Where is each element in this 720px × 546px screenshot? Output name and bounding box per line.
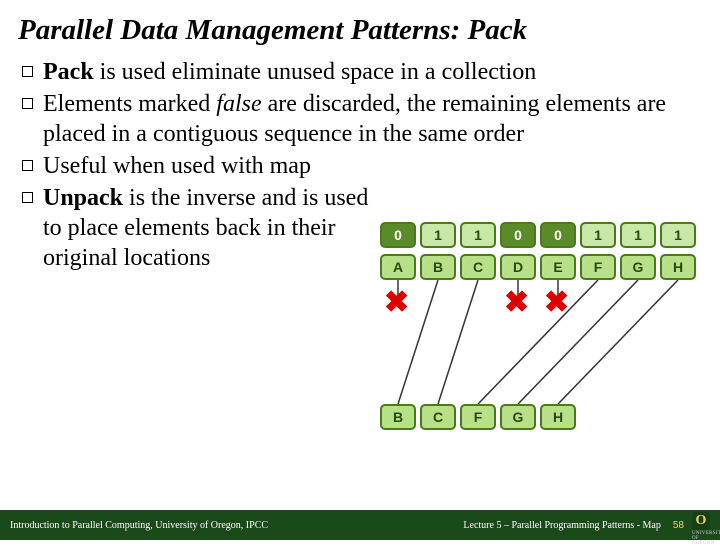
output-row: B C F G H	[380, 404, 576, 430]
bullet-icon	[22, 192, 33, 203]
pack-diagram: 0 1 1 0 0 1 1 1 A B C D E F G H	[380, 222, 708, 452]
mask-row: 0 1 1 0 0 1 1 1	[380, 222, 696, 248]
bullet-icon	[22, 160, 33, 171]
bullet-item: Pack is used eliminate unused space in a…	[22, 57, 702, 87]
mask-cell: 1	[460, 222, 496, 248]
mask-cell: 0	[380, 222, 416, 248]
uo-logo: O UNIVERSITY OF OREGON	[692, 514, 714, 536]
bullet-item: Useful when used with map	[22, 151, 702, 181]
mask-cell: 1	[660, 222, 696, 248]
footer-left: Introduction to Parallel Computing, Univ…	[0, 520, 463, 531]
output-cell: C	[420, 404, 456, 430]
output-cell: H	[540, 404, 576, 430]
input-cell: C	[460, 254, 496, 280]
mask-cell: 1	[580, 222, 616, 248]
cross-row: ✖ ✖ ✖	[380, 288, 700, 316]
bullet-icon	[22, 66, 33, 77]
input-cell: A	[380, 254, 416, 280]
input-cell: H	[660, 254, 696, 280]
cross-icon: ✖	[544, 288, 569, 318]
logo-letter: O	[692, 512, 710, 530]
footer-mid: Lecture 5 – Parallel Programming Pattern…	[463, 520, 672, 531]
bullet-item: Elements marked false are discarded, the…	[22, 89, 702, 149]
page-number: 58	[673, 520, 692, 531]
cross-icon: ✖	[504, 288, 529, 318]
mask-cell: 0	[500, 222, 536, 248]
input-cell: B	[420, 254, 456, 280]
input-cell: E	[540, 254, 576, 280]
text: Elements marked	[43, 91, 216, 117]
bold-text: Pack	[43, 59, 94, 85]
bullet-icon	[22, 98, 33, 109]
bold-text: Unpack	[43, 185, 123, 211]
mask-cell: 0	[540, 222, 576, 248]
logo-text: UNIVERSITY OF OREGON	[692, 531, 714, 546]
output-cell: B	[380, 404, 416, 430]
output-cell: F	[460, 404, 496, 430]
input-cell: G	[620, 254, 656, 280]
slide-title: Parallel Data Management Patterns: Pack	[0, 0, 720, 57]
footer: Introduction to Parallel Computing, Univ…	[0, 510, 720, 540]
mask-cell: 1	[420, 222, 456, 248]
text: Useful when used with map	[43, 153, 311, 179]
input-row: A B C D E F G H	[380, 254, 696, 280]
mask-cell: 1	[620, 222, 656, 248]
text: is used eliminate unused space in a coll…	[94, 59, 537, 85]
input-cell: D	[500, 254, 536, 280]
input-cell: F	[580, 254, 616, 280]
cross-icon: ✖	[384, 288, 409, 318]
output-cell: G	[500, 404, 536, 430]
italic-text: false	[216, 91, 261, 117]
slide: Parallel Data Management Patterns: Pack …	[0, 0, 720, 540]
